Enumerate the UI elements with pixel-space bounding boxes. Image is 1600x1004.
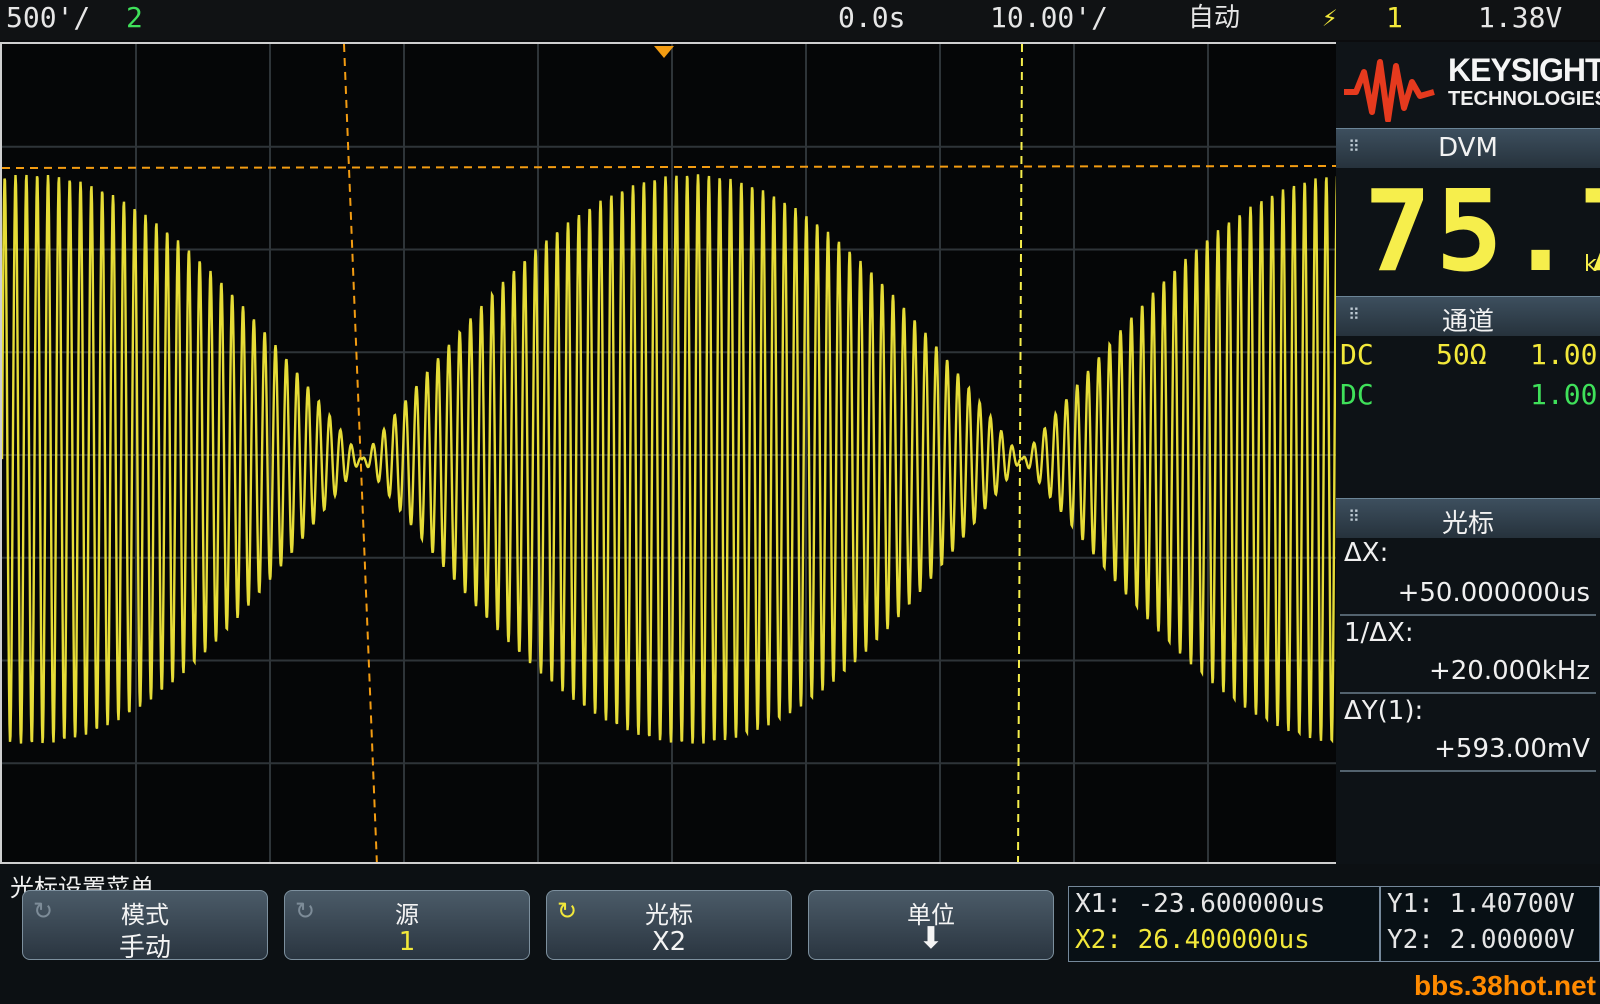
divider — [1340, 770, 1596, 772]
trigger-source[interactable]: 1 — [1386, 0, 1403, 36]
right-sidebar: KEYSIGHT TECHNOLOGIES ⠿ DVM 75.7 k ⠿ 通道 … — [1336, 42, 1600, 864]
inverse-delta-x-value: +20.000kHz — [1428, 656, 1590, 686]
brand-logo: KEYSIGHT TECHNOLOGIES — [1336, 42, 1600, 128]
delta-x-value: +50.000000us — [1397, 578, 1590, 608]
dvm-title: DVM — [1438, 133, 1498, 163]
channel-title: 通道 — [1441, 307, 1494, 337]
cursor-panel-header[interactable]: ⠿ 光标 — [1336, 498, 1600, 539]
waveform-display[interactable] — [0, 42, 1340, 864]
ch1-coupling: DC — [1340, 338, 1374, 371]
ch2-indicator[interactable]: 2 — [126, 0, 143, 36]
dvm-unit: k — [1584, 252, 1597, 277]
status-bar: 500'/ 2 0.0s 10.00'/ 自动 ⚡ 1 1.38V — [0, 0, 1600, 40]
softkey-value: 手动 — [118, 933, 171, 963]
softkey-value: 1 — [398, 927, 416, 957]
watermark: bbs.38hot.net — [1413, 970, 1596, 1001]
trigger-edge-icon: ⚡ — [1322, 3, 1338, 33]
ch2-probe-ratio: 1.00: — [1530, 378, 1600, 411]
delta-y-label: ΔY(1): — [1344, 696, 1424, 726]
arrow-down-icon: ⬇ — [918, 921, 944, 956]
time-offset-readout[interactable]: 0.0s — [838, 0, 905, 36]
y2-value: Y2: 2.00000V — [1387, 925, 1575, 955]
divider — [1340, 614, 1596, 616]
softkey-value: X2 — [651, 927, 687, 957]
softkey-label: 光标 — [645, 901, 693, 929]
y-cursor-readout: Y1: 1.40700V Y2: 2.00000V — [1380, 886, 1600, 962]
inverse-delta-x-label: 1/ΔX: — [1344, 618, 1414, 648]
softkey-menu: 光标设置菜单 ↻ 模式 手动 ↻ 源 1 ↻ 光标 X2 单位 ⬇ X1: -2… — [0, 864, 1600, 1004]
units-softkey[interactable]: 单位 ⬇ — [808, 890, 1054, 960]
softkey-label: 模式 — [121, 901, 169, 929]
delta-x-label: ΔX: — [1344, 538, 1389, 568]
cursor-title: 光标 — [1441, 509, 1494, 539]
y1-value: Y1: 1.40700V — [1387, 889, 1575, 919]
cursor-select-softkey[interactable]: ↻ 光标 X2 — [546, 890, 792, 960]
waveform-canvas — [2, 44, 1338, 862]
dvm-panel-header[interactable]: ⠿ DVM — [1336, 128, 1600, 168]
keysight-wave-icon — [1344, 59, 1435, 122]
dvm-value: 75.7 — [1364, 167, 1600, 297]
ch1-probe-ratio: 1.00: — [1530, 338, 1600, 371]
trigger-mode[interactable]: 自动 — [1188, 0, 1240, 36]
ch1-impedance: 50Ω — [1436, 338, 1487, 371]
timebase-readout[interactable]: 10.00'/ — [990, 0, 1108, 36]
softkey-label: 源 — [395, 901, 419, 929]
x2-value: X2: 26.400000us — [1075, 925, 1310, 955]
brand-subtitle: TECHNOLOGIES — [1448, 88, 1600, 110]
x1-value: X1: -23.600000us — [1075, 889, 1326, 919]
trigger-level[interactable]: 1.38V — [1478, 0, 1562, 36]
x-cursor-readout: X1: -23.600000us X2: 26.400000us — [1068, 886, 1380, 962]
ch2-coupling: DC — [1340, 378, 1374, 411]
divider — [1340, 692, 1596, 694]
brand-name: KEYSIGHT — [1448, 52, 1600, 88]
source-softkey[interactable]: ↻ 源 1 — [284, 890, 530, 960]
ch1-scale-readout[interactable]: 500'/ — [6, 0, 90, 36]
delta-y-value: +593.00mV — [1434, 734, 1590, 764]
mode-softkey[interactable]: ↻ 模式 手动 — [22, 890, 268, 963]
channel-panel-header[interactable]: ⠿ 通道 — [1336, 296, 1600, 337]
